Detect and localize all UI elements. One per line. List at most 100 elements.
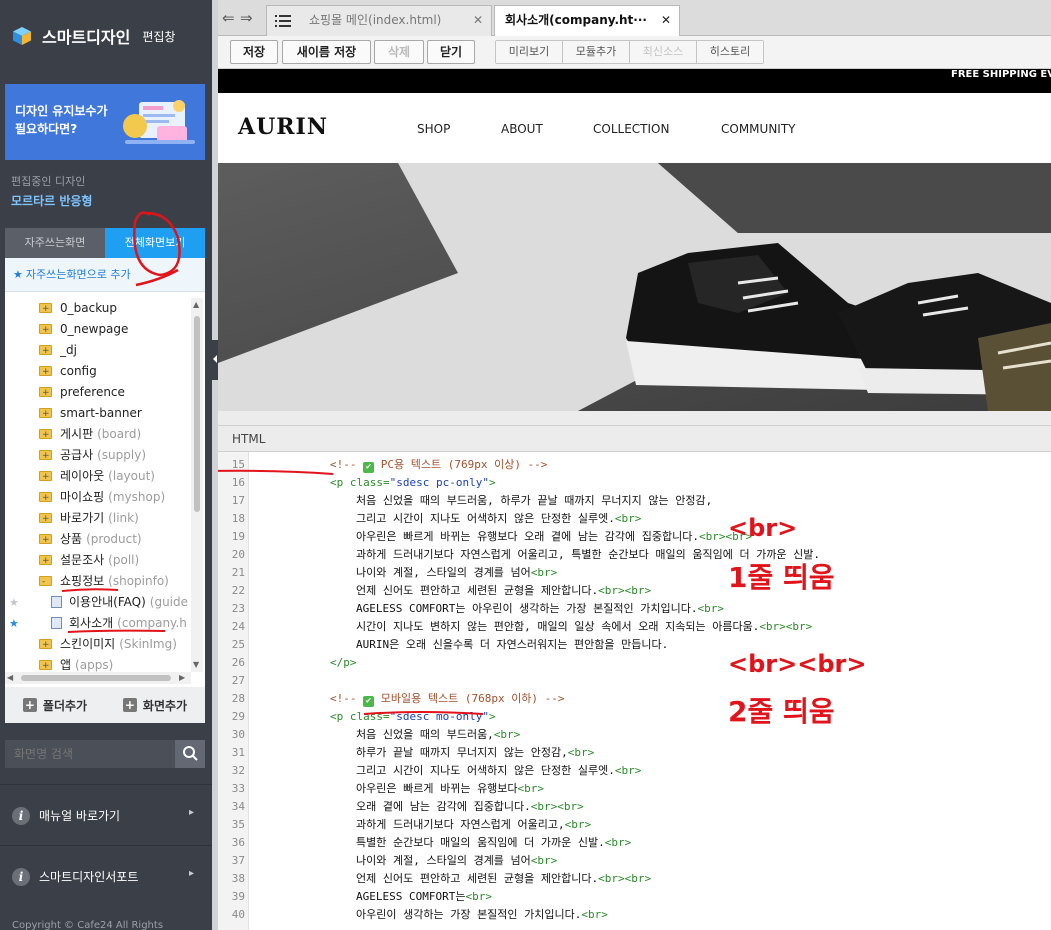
folder-icon[interactable] [39,425,52,445]
code-line[interactable]: 35 과하게 드러내기보다 자연스럽게 어울리고,<br> [218,816,1051,834]
tree-item[interactable]: smart-banner [5,403,191,424]
folder-icon[interactable] [39,635,52,655]
code-line[interactable]: 28 <!-- ✔ 모바일용 텍스트 (768px 이하) --> [218,690,1051,708]
tab-index-html[interactable]: 쇼핑몰 메인(index.html) ✕ [266,5,492,36]
folder-icon[interactable] [39,341,52,361]
tree-item[interactable]: 설문조사(poll) [5,550,191,571]
code-line[interactable]: 18 그리고 시간이 지나도 어색하지 않은 단정한 실루엣.<br> [218,510,1051,528]
folder-icon[interactable] [39,362,52,382]
back-arrow-icon[interactable]: ⇐ [222,9,235,27]
code-line[interactable]: 19 아우린은 빠르게 바뀌는 유행보다 오래 곁에 남는 감각에 집중합니다.<… [218,528,1051,546]
scroll-left-icon[interactable]: ◀ [7,673,13,682]
history-button[interactable]: 히스토리 [697,41,763,63]
code-line[interactable]: 34 오래 곁에 남는 감각에 집중합니다.<br><br> [218,798,1051,816]
tab-all-screens[interactable]: 전체화면보기 [105,228,205,258]
latest-source-button[interactable]: 최신소스 [630,41,697,63]
code-line[interactable]: 27 [218,672,1051,690]
favorite-star-icon[interactable]: ★ [9,613,19,634]
scroll-right-icon[interactable]: ▶ [179,673,185,682]
code-line[interactable]: 30 처음 신었을 때의 부드러움,<br> [218,726,1051,744]
code-line[interactable]: 40 아우린이 생각하는 가장 본질적인 가치입니다.<br> [218,906,1051,924]
add-screen-button[interactable]: + 화면추가 [105,687,205,723]
code-line[interactable]: 32 그리고 시간이 지나도 어색하지 않은 단정한 실루엣.<br> [218,762,1051,780]
folder-icon[interactable] [39,530,52,550]
code-line[interactable]: 23 AGELESS COMFORT는 아우린이 생각하는 가장 본질적인 가치입… [218,600,1051,618]
scrollbar-thumb[interactable] [194,316,200,512]
code-line[interactable]: 26 </p> [218,654,1051,672]
folder-icon[interactable] [39,299,52,319]
tree-item[interactable]: config [5,361,191,382]
tree-item[interactable]: 상품(product) [5,529,191,550]
scroll-up-icon[interactable]: ▲ [193,300,199,309]
nav-collection[interactable]: COLLECTION [593,122,669,136]
nav-shop[interactable]: SHOP [417,122,450,136]
screen-search-input[interactable] [5,740,175,768]
tree-horizontal-scrollbar[interactable]: ◀ ▶ [5,672,191,684]
maintenance-banner[interactable]: 디자인 유지보수가 필요하다면? [5,84,205,160]
save-button[interactable]: 저장 [230,40,278,64]
folder-icon[interactable] [39,551,52,571]
tab-favorite-screens[interactable]: 자주쓰는화면 [5,228,105,258]
support-link[interactable]: i 스마트디자인서포트 ▸ [0,845,212,907]
tree-item[interactable]: 스킨이미지(SkinImg) [5,634,191,655]
add-favorite-button[interactable]: ★ 자주쓰는화면으로 추가 [5,258,205,292]
code-line[interactable]: 33 아우린은 빠르게 바뀌는 유행보다<br> [218,780,1051,798]
close-icon[interactable]: ✕ [661,6,671,34]
code-line[interactable]: 21 나이와 계절, 스타일의 경계를 넘어<br> [218,564,1051,582]
tree-item[interactable]: 바로가기(link) [5,508,191,529]
tree-item[interactable]: 쇼핑정보(shopinfo) [5,571,191,592]
code-line[interactable]: 31 하루가 끝날 때까지 무너지지 않는 안정감,<br> [218,744,1051,762]
scrollbar-thumb[interactable] [21,675,171,681]
close-button[interactable]: 닫기 [427,40,475,64]
tree-item[interactable]: 0_newpage [5,319,191,340]
code-line[interactable]: 24 시간이 지나도 변하지 않는 편안함, 매일의 일상 속에서 오래 지속되는… [218,618,1051,636]
code-line[interactable]: 37 나이와 계절, 스타일의 경계를 넘어<br> [218,852,1051,870]
list-icon[interactable] [275,14,291,28]
tree-item[interactable]: 공급사(supply) [5,445,191,466]
code-line[interactable]: 29 <p class="sdesc mo-only"> [218,708,1051,726]
add-folder-button[interactable]: + 폴더추가 [5,687,105,723]
tab-company-html[interactable]: 회사소개(company.ht··· ✕ [494,5,680,37]
tree-item[interactable]: ★ 이용안내(FAQ) (guide [5,592,191,613]
delete-button[interactable]: 삭제 [374,40,424,64]
preview-button[interactable]: 미리보기 [496,41,563,63]
nav-about[interactable]: ABOUT [501,122,543,136]
folder-icon[interactable] [39,383,52,403]
code-line[interactable]: 17 처음 신었을 때의 부드러움, 하루가 끝날 때까지 무너지지 않는 안정감… [218,492,1051,510]
folder-icon[interactable] [39,467,52,487]
editing-design-name[interactable]: 모르타르 반응형 [11,192,92,209]
tree-item[interactable]: ★ 회사소개 (company.h [5,613,191,634]
code-line[interactable]: 36 특별한 순간보다 매일의 움직임에 더 가까운 신발.<br> [218,834,1051,852]
folder-icon[interactable] [39,656,52,672]
code-line[interactable]: 16 <p class="sdesc pc-only"> [218,474,1051,492]
code-line[interactable]: 39 AGELESS COMFORT는<br> [218,888,1051,906]
folder-open-icon[interactable] [39,572,52,592]
folder-icon[interactable] [39,446,52,466]
forward-arrow-icon[interactable]: ⇒ [240,9,253,27]
tree-vertical-scrollbar[interactable]: ▲ ▼ [191,298,203,672]
code-line[interactable]: 15 <!-- ✔ PC용 텍스트 (769px 이상) --> [218,456,1051,474]
code-line[interactable]: 22 언제 신어도 편안하고 세련된 균형을 제안합니다.<br><br> [218,582,1051,600]
save-as-button[interactable]: 새이름 저장 [282,40,371,64]
code-line[interactable]: 25 AURIN은 오래 신을수록 더 자연스러워지는 편안함을 만듭니다. [218,636,1051,654]
favorite-star-icon[interactable]: ★ [9,592,19,613]
tree-item[interactable]: 0_backup [5,298,191,319]
scroll-down-icon[interactable]: ▼ [193,660,199,669]
manual-link[interactable]: i 매뉴얼 바로가기 ▸ [0,784,212,846]
search-button[interactable] [175,740,205,768]
tree-item[interactable]: preference [5,382,191,403]
nav-community[interactable]: COMMUNITY [721,122,796,136]
add-module-button[interactable]: 모듈추가 [563,41,630,63]
tree-item[interactable]: 앱(apps) [5,655,191,672]
folder-icon[interactable] [39,509,52,529]
folder-icon[interactable] [39,320,52,340]
site-logo[interactable]: AURIN [238,114,328,140]
tree-item[interactable]: _dj [5,340,191,361]
code-line[interactable]: 20 과하게 드러내기보다 자연스럽게 어울리고, 특별한 순간보다 매일의 움직… [218,546,1051,564]
close-icon[interactable]: ✕ [473,6,483,34]
folder-icon[interactable] [39,404,52,424]
tree-item[interactable]: 레이아웃(layout) [5,466,191,487]
folder-icon[interactable] [39,488,52,508]
html-code-editor[interactable]: 15 <!-- ✔ PC용 텍스트 (769px 이상) --> 16 <p clas… [218,451,1051,930]
code-line[interactable]: 38 언제 신어도 편안하고 세련된 균형을 제안합니다.<br><br> [218,870,1051,888]
